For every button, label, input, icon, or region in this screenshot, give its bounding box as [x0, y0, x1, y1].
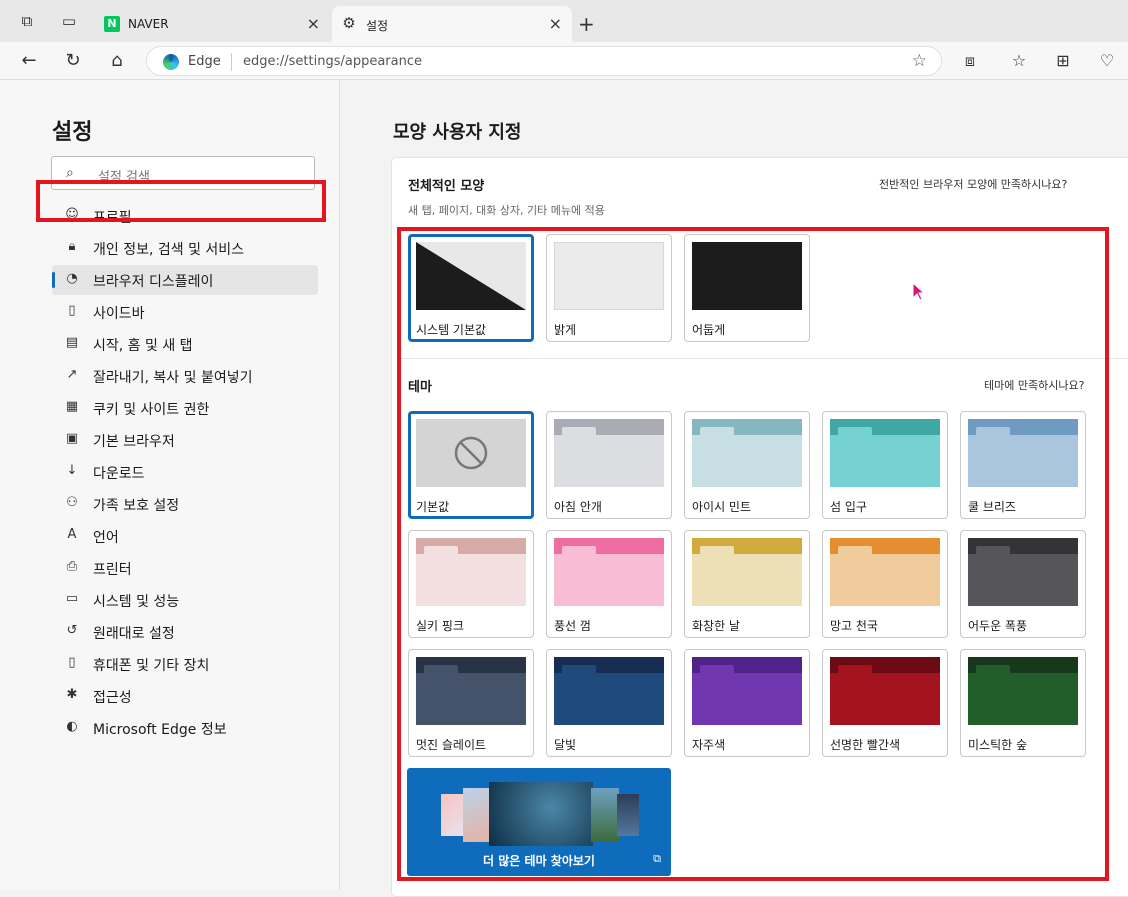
sidebar-item-system[interactable]: ▭ 시스템 및 성능 [52, 585, 318, 615]
sidebar-item-printers[interactable]: ⎙ 프린터 [52, 553, 318, 583]
lock-icon: 🔒︎ [68, 239, 76, 254]
extensions-icon[interactable]: ⧈ [960, 51, 980, 71]
sidebar-item-start[interactable]: ▤ 시작, 홈 및 새 탭 [52, 329, 318, 359]
tab-bar: ⧉ ▭ N NAVER × ⚙ 설정 × + [0, 0, 1128, 42]
new-tab-icon[interactable]: + [578, 12, 595, 36]
sidebar-item-label: 다운로드 [93, 466, 145, 482]
toolbar: ← ↻ ⌂ Edge edge://settings/appearance ☆ … [0, 42, 1128, 80]
overall-title: 전체적인 모양 [408, 179, 485, 194]
tab-settings-label: 설정 [366, 19, 389, 33]
close-icon[interactable]: × [307, 14, 320, 33]
page-title: 설정 [52, 120, 93, 145]
close-icon[interactable]: × [549, 14, 562, 33]
mouse-cursor-icon [912, 282, 926, 301]
sidebar-item-label: 가족 보호 설정 [93, 498, 180, 514]
highlight-box [397, 227, 1109, 881]
sidebar-item-default-browser[interactable]: ▣ 기본 브라우저 [52, 425, 318, 455]
favorites-icon[interactable]: ☆ [1009, 51, 1029, 71]
home-icon[interactable]: ⌂ [105, 50, 129, 71]
refresh-icon[interactable]: ↻ [61, 50, 85, 71]
start-icon: ▤ [65, 335, 79, 350]
collections-icon[interactable]: ⊞ [1053, 51, 1073, 71]
sidebar-item-reset[interactable]: ↺ 원래대로 설정 [52, 617, 318, 647]
workspaces-icon[interactable]: ⧉ [18, 12, 36, 30]
system-icon: ▭ [65, 591, 79, 606]
tab-settings[interactable]: ⚙ 설정 × [332, 6, 572, 42]
sidebar-item-label: Microsoft Edge 정보 [93, 722, 227, 738]
sidebar-item-label: 잘라내기, 복사 및 붙여넣기 [93, 370, 253, 386]
sidebar-item-languages[interactable]: A 언어 [52, 521, 318, 551]
divider [231, 53, 232, 71]
favorite-star-icon[interactable]: ☆ [912, 51, 927, 71]
edge-icon: ◐ [66, 719, 78, 734]
browser-essentials-icon[interactable]: ♡ [1097, 51, 1117, 71]
share-icon: ↗ [66, 367, 78, 382]
sidebar-item-label: 쿠키 및 사이트 권한 [93, 402, 210, 418]
browser-icon: ▣ [65, 431, 79, 446]
sidebar-item-appearance[interactable]: ◔ 브라우저 디스플레이 [52, 265, 318, 295]
gear-icon: ⚙ [342, 14, 356, 32]
sidebar-item-sidebar[interactable]: ▯ 사이드바 [52, 297, 318, 327]
tab-naver-label: NAVER [128, 17, 169, 31]
sidebar-item-cookies[interactable]: ▦ 쿠키 및 사이트 권한 [52, 393, 318, 423]
cookie-icon: ▦ [65, 399, 79, 414]
palette-icon: ◔ [66, 271, 78, 286]
printer-icon: ⎙ [66, 559, 78, 574]
back-icon[interactable]: ← [17, 50, 41, 71]
address-bar[interactable]: Edge edge://settings/appearance ☆ [146, 46, 942, 76]
sidebar-item-downloads[interactable]: ↓ 다운로드 [52, 457, 318, 487]
tab-naver[interactable]: N NAVER × [94, 6, 330, 42]
edge-label: Edge [188, 54, 221, 69]
overall-subtitle: 새 탭, 페이지, 대화 상자, 기타 메뉴에 적용 [408, 204, 605, 217]
sidebar-item-privacy[interactable]: 🔒︎ 개인 정보, 검색 및 서비스 [52, 233, 318, 263]
sidebar-item-label: 시스템 및 성능 [93, 594, 180, 610]
download-icon: ↓ [66, 463, 78, 478]
sidebar-item-label: 기본 브라우저 [93, 434, 175, 450]
family-icon: ⚇ [66, 495, 78, 510]
sidebar-item-share[interactable]: ↗ 잘라내기, 복사 및 붙여넣기 [52, 361, 318, 391]
sidebar-item-label: 개인 정보, 검색 및 서비스 [93, 242, 245, 258]
accessibility-icon: ✱ [66, 687, 78, 702]
search-icon: ⌕ [66, 165, 74, 181]
sidebar-item-label: 원래대로 설정 [93, 626, 175, 642]
sidebar-item-phone[interactable]: ▯ 휴대폰 및 기타 장치 [52, 649, 318, 679]
sidebar-icon: ▯ [68, 303, 76, 318]
sidebar-item-label: 접근성 [93, 690, 132, 706]
sidebar-item-label: 프린터 [93, 562, 132, 578]
sidebar-item-label: 언어 [93, 530, 119, 546]
highlight-box [36, 180, 326, 222]
sidebar-item-label: 사이드바 [93, 306, 145, 322]
naver-logo-icon: N [104, 16, 120, 32]
sidebar-item-about[interactable]: ◐ Microsoft Edge 정보 [52, 713, 318, 743]
sidebar-item-label: 휴대폰 및 기타 장치 [93, 658, 210, 674]
sidebar-item-family[interactable]: ⚇ 가족 보호 설정 [52, 489, 318, 519]
section-title: 모양 사용자 지정 [393, 122, 522, 143]
sidebar-item-accessibility[interactable]: ✱ 접근성 [52, 681, 318, 711]
url-text[interactable]: edge://settings/appearance [243, 54, 422, 69]
overall-feedback[interactable]: 전반적인 브라우저 모양에 만족하시나요? [879, 176, 1067, 192]
edge-icon [163, 54, 179, 70]
tab-actions-icon[interactable]: ▭ [60, 12, 78, 30]
reset-icon: ↺ [66, 623, 78, 638]
language-icon: A [67, 527, 77, 542]
phone-icon: ▯ [68, 655, 76, 670]
sidebar-item-label: 브라우저 디스플레이 [93, 274, 214, 290]
sidebar-item-label: 시작, 홈 및 새 탭 [93, 338, 193, 354]
